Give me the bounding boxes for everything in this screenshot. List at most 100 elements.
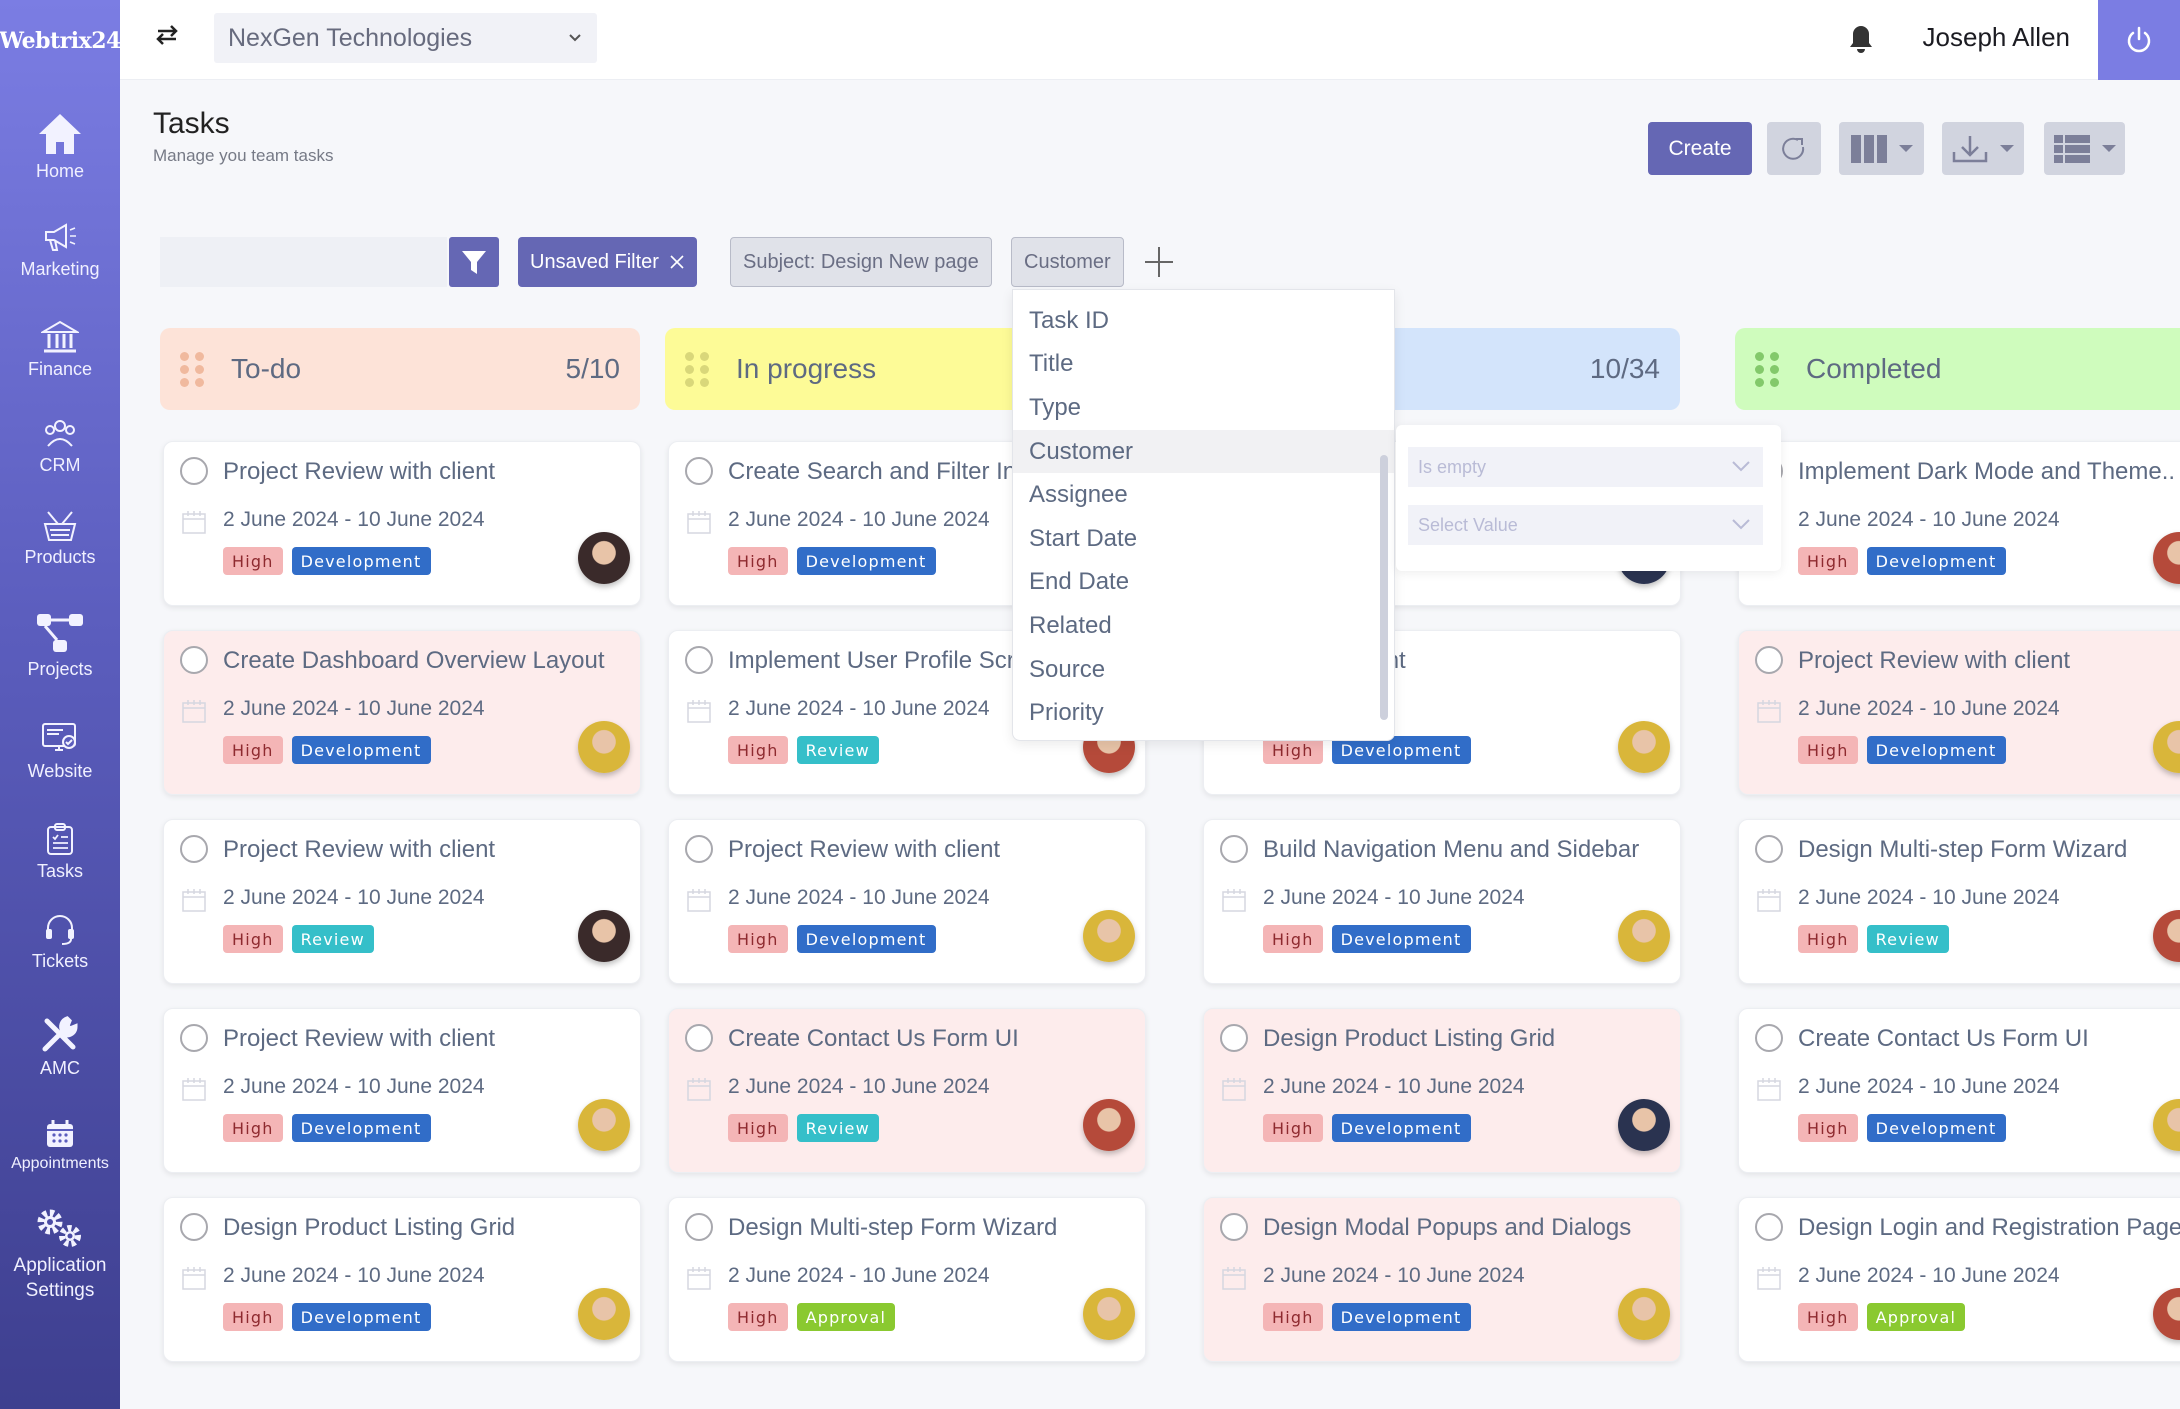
assignee-avatar[interactable] (578, 532, 630, 584)
task-title[interactable]: Design Product Listing Grid (223, 1214, 632, 1242)
download-button[interactable] (1942, 122, 2024, 175)
assignee-avatar[interactable] (578, 1288, 630, 1340)
filter-field-option[interactable]: Title (1013, 343, 1394, 387)
assignee-avatar[interactable] (1083, 910, 1135, 962)
assignee-avatar[interactable] (1618, 721, 1670, 773)
task-card[interactable]: Design Product Listing Grid 2 June 2024 -… (1203, 1008, 1681, 1173)
search-input[interactable] (160, 237, 447, 287)
filter-field-option[interactable]: Priority (1013, 691, 1394, 735)
task-complete-checkbox[interactable] (685, 1024, 713, 1052)
task-card[interactable]: Project Review with client 2 June 2024 - … (163, 819, 641, 984)
task-complete-checkbox[interactable] (180, 835, 208, 863)
filter-field-option[interactable]: Start Date (1013, 517, 1394, 561)
sidebar-item-appointments[interactable]: Appointments (0, 1118, 120, 1175)
scrollbar[interactable] (1380, 455, 1388, 720)
sidebar-item-website[interactable]: Website (0, 722, 120, 783)
drag-handle-icon[interactable] (1755, 351, 1780, 387)
value-select[interactable]: Select Value (1408, 505, 1763, 545)
assignee-avatar[interactable] (578, 1099, 630, 1151)
sidebar-item-marketing[interactable]: Marketing (0, 222, 120, 281)
task-card[interactable]: Build Navigation Menu and Sidebar 2 June … (1203, 819, 1681, 984)
logout-button[interactable] (2098, 0, 2180, 80)
company-select[interactable]: NexGen Technologies (214, 13, 597, 63)
assignee-avatar[interactable] (1083, 1288, 1135, 1340)
filter-button[interactable] (449, 237, 499, 287)
task-complete-checkbox[interactable] (1755, 835, 1783, 863)
close-icon[interactable] (669, 254, 685, 270)
task-title[interactable]: Build Navigation Menu and Sidebar (1263, 836, 1672, 864)
task-title[interactable]: Project Review with client (223, 458, 632, 486)
sidebar-item-tickets[interactable]: Tickets (0, 912, 120, 973)
task-title[interactable]: Project Review with client (223, 836, 632, 864)
operator-select[interactable]: Is empty (1408, 447, 1763, 487)
assignee-avatar[interactable] (1618, 1288, 1670, 1340)
column-header[interactable]: Completed2/1 (1735, 328, 2180, 410)
task-title[interactable]: Create Dashboard Overview Layout (223, 647, 632, 675)
assignee-avatar[interactable] (2153, 1099, 2180, 1151)
assignee-avatar[interactable] (1618, 910, 1670, 962)
task-complete-checkbox[interactable] (685, 835, 713, 863)
task-card[interactable]: Project Review with client 2 June 2024 - … (1738, 630, 2180, 795)
user-name[interactable]: Joseph Allen (1923, 22, 2070, 53)
task-complete-checkbox[interactable] (685, 646, 713, 674)
task-card[interactable]: Design Multi-step Form Wizard 2 June 2024… (668, 1197, 1146, 1362)
task-complete-checkbox[interactable] (1755, 1024, 1783, 1052)
task-title[interactable]: Design Modal Popups and Dialogs (1263, 1214, 1672, 1242)
task-title[interactable]: Create Contact Us Form UI (1798, 1025, 2180, 1053)
assignee-avatar[interactable] (1618, 1099, 1670, 1151)
task-card[interactable]: Implement Dark Mode and Theme.. 2 June 20… (1738, 441, 2180, 606)
sidebar-item-crm[interactable]: CRM (0, 418, 120, 477)
task-complete-checkbox[interactable] (180, 457, 208, 485)
filter-field-option[interactable]: Task ID (1013, 299, 1394, 343)
sidebar-item-home[interactable]: Home (0, 112, 120, 183)
app-logo[interactable]: Webtrix24 (0, 0, 121, 82)
task-title[interactable]: Design Login and Registration Page (1798, 1214, 2180, 1242)
filter-field-option[interactable]: Customer (1013, 429, 1394, 474)
task-card[interactable]: Design Multi-step Form Wizard 2 June 2024… (1738, 819, 2180, 984)
task-title[interactable]: Create Contact Us Form UI (728, 1025, 1137, 1053)
drag-handle-icon[interactable] (685, 351, 710, 387)
task-card[interactable]: Project Review with client 2 June 2024 - … (163, 1008, 641, 1173)
task-title[interactable]: Project Review with client (728, 836, 1137, 864)
task-title[interactable]: Project Review with client (223, 1025, 632, 1053)
unsaved-filter-chip[interactable]: Unsaved Filter (518, 237, 697, 287)
task-complete-checkbox[interactable] (1220, 1213, 1248, 1241)
task-card[interactable]: Design Product Listing Grid 2 June 2024 -… (163, 1197, 641, 1362)
create-button[interactable]: Create (1648, 122, 1752, 175)
task-card[interactable]: Project Review with client 2 June 2024 - … (668, 819, 1146, 984)
task-complete-checkbox[interactable] (1220, 1024, 1248, 1052)
task-complete-checkbox[interactable] (1220, 835, 1248, 863)
task-title[interactable]: Implement Dark Mode and Theme.. (1798, 458, 2180, 486)
task-card[interactable]: Create Dashboard Overview Layout 2 June 2… (163, 630, 641, 795)
task-complete-checkbox[interactable] (685, 1213, 713, 1241)
assignee-avatar[interactable] (1083, 1099, 1135, 1151)
sidebar-item-amc[interactable]: AMC (0, 1015, 120, 1080)
task-complete-checkbox[interactable] (180, 1024, 208, 1052)
filter-field-option[interactable]: End Date (1013, 561, 1394, 605)
sidebar-item-products[interactable]: Products (0, 510, 120, 569)
task-complete-checkbox[interactable] (1755, 646, 1783, 674)
add-filter-button[interactable] (1143, 245, 1175, 284)
subject-filter-chip[interactable]: Subject: Design New page (730, 237, 992, 287)
switch-company-icon[interactable] (154, 24, 180, 51)
assignee-avatar[interactable] (2153, 910, 2180, 962)
task-title[interactable]: Design Product Listing Grid (1263, 1025, 1672, 1053)
assignee-avatar[interactable] (2153, 1288, 2180, 1340)
assignee-avatar[interactable] (2153, 721, 2180, 773)
drag-handle-icon[interactable] (180, 351, 205, 387)
customer-filter-chip[interactable]: Customer (1011, 237, 1124, 287)
task-card[interactable]: Design Modal Popups and Dialogs 2 June 20… (1203, 1197, 1681, 1362)
notifications-button[interactable] (1848, 24, 1874, 59)
list-view-button[interactable] (2044, 122, 2125, 175)
filter-field-option[interactable]: Related (1013, 604, 1394, 648)
task-title[interactable]: Design Multi-step Form Wizard (728, 1214, 1137, 1242)
task-complete-checkbox[interactable] (180, 646, 208, 674)
assignee-avatar[interactable] (2153, 532, 2180, 584)
assignee-avatar[interactable] (578, 910, 630, 962)
task-title[interactable]: Design Multi-step Form Wizard (1798, 836, 2180, 864)
column-header[interactable]: To-do 5/10 (160, 328, 640, 410)
task-card[interactable]: Create Contact Us Form UI 2 June 2024 - 1… (668, 1008, 1146, 1173)
task-complete-checkbox[interactable] (685, 457, 713, 485)
sidebar-item-application-settings[interactable]: Application Settings (0, 1208, 120, 1303)
task-card[interactable]: Project Review with client 2 June 2024 - … (163, 441, 641, 606)
